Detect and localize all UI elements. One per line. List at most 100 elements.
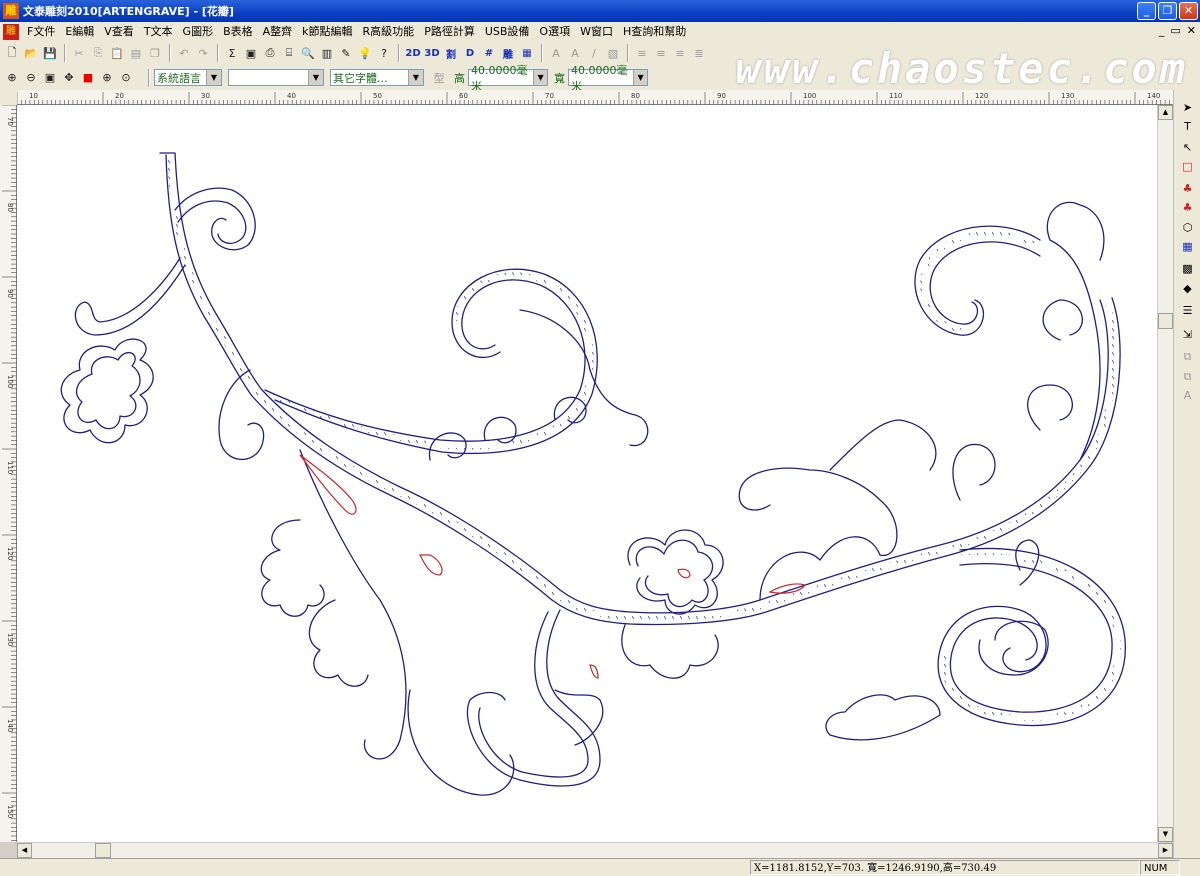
- align-justify-icon[interactable]: ≣: [690, 44, 708, 62]
- preview-icon[interactable]: 🔍: [299, 44, 317, 62]
- menu-item-6[interactable]: A整齊: [258, 22, 298, 41]
- width-select[interactable]: 40.0000毫米 ▼: [568, 64, 648, 93]
- text-tool-2-icon[interactable]: A: [566, 44, 584, 62]
- top-ruler[interactable]: 10 20 30 40 50 60 70 80 90 100 110 120 130 140: [16, 90, 1175, 105]
- font-style-select[interactable]: 其它字體... ▼: [330, 69, 424, 86]
- menu-item-11[interactable]: O選項: [534, 22, 575, 41]
- zoom-selection-icon[interactable]: ⊕: [98, 69, 116, 87]
- table-icon[interactable]: ▦: [1178, 238, 1197, 255]
- paste-special-icon[interactable]: ▤: [127, 44, 145, 62]
- restore-icon[interactable]: ❐: [1158, 2, 1177, 20]
- zoom-in-icon[interactable]: ⊕: [3, 69, 21, 87]
- left-ruler-label: 130: [6, 633, 14, 646]
- minimize-icon[interactable]: _: [1137, 2, 1156, 20]
- mdi-close-icon[interactable]: ✕: [1187, 24, 1196, 37]
- shapes-icon[interactable]: ⬡: [1178, 219, 1197, 236]
- save-icon[interactable]: 💾: [41, 44, 59, 62]
- tool-grid-icon[interactable]: #: [480, 44, 498, 62]
- menu-item-1[interactable]: E編輯: [60, 22, 99, 41]
- height-select[interactable]: 40.0000毫米 ▼: [468, 64, 548, 93]
- menu-item-5[interactable]: B表格: [218, 22, 258, 41]
- layers-dim-icon[interactable]: ⧉: [1178, 368, 1197, 385]
- align-left-icon[interactable]: ≡: [633, 44, 651, 62]
- copy-icon[interactable]: ⎘: [89, 44, 107, 62]
- frame-icon[interactable]: ▣: [242, 44, 260, 62]
- open-icon[interactable]: 📂: [22, 44, 40, 62]
- text-frame-icon[interactable]: ▧: [604, 44, 622, 62]
- drawing-canvas[interactable]: [17, 105, 1157, 842]
- menu-item-3[interactable]: T文本: [139, 22, 178, 41]
- left-ruler[interactable]: 70 80 90 100 110 120 130 140 150: [0, 104, 17, 842]
- new-icon[interactable]: 🗋: [3, 44, 21, 62]
- text-tool-1-icon[interactable]: A: [547, 44, 565, 62]
- scroll-up-icon[interactable]: ▲: [1158, 105, 1173, 120]
- toolbar-separator: [398, 44, 400, 62]
- menu-item-10[interactable]: USB設備: [480, 22, 535, 41]
- app-icon[interactable]: 雕: [3, 3, 19, 19]
- redo-icon[interactable]: ↷: [194, 44, 212, 62]
- scroll-down-icon[interactable]: ▼: [1158, 827, 1173, 842]
- fill-icon[interactable]: ◆: [1178, 280, 1197, 297]
- path-icon[interactable]: Σ: [223, 44, 241, 62]
- color-fill-icon[interactable]: ■: [79, 69, 97, 87]
- select-arrow-icon[interactable]: ➤: [1178, 99, 1197, 116]
- font-select[interactable]: ▼: [228, 69, 324, 86]
- language-select[interactable]: 系統語言 ▼: [154, 69, 222, 86]
- menu-item-13[interactable]: H查詢和幫助: [618, 22, 691, 41]
- help-icon[interactable]: ?: [375, 44, 393, 62]
- clone-icon[interactable]: ❐: [146, 44, 164, 62]
- vertical-scroll-thumb[interactable]: [1158, 313, 1173, 329]
- menu-item-12[interactable]: W窗口: [575, 22, 618, 41]
- undo-icon[interactable]: ↶: [175, 44, 193, 62]
- tool-palette-icon[interactable]: ▦: [518, 44, 536, 62]
- paste-icon[interactable]: 📋: [108, 44, 126, 62]
- rectangle-icon[interactable]: □: [1178, 158, 1197, 175]
- menu-item-7[interactable]: k節點編輯: [297, 22, 357, 41]
- eyedropper-icon[interactable]: ✎: [337, 44, 355, 62]
- menu-item-4[interactable]: G圖形: [178, 22, 219, 41]
- close-icon[interactable]: ✕: [1179, 2, 1198, 20]
- zoom-page-icon[interactable]: ⊙: [117, 69, 135, 87]
- mdi-restore-icon[interactable]: ▭: [1170, 24, 1180, 37]
- mdi-minimize-icon[interactable]: _: [1159, 24, 1165, 37]
- list-icon[interactable]: ☰: [1178, 302, 1197, 319]
- text-ab-icon[interactable]: A: [1178, 387, 1197, 404]
- type-button[interactable]: 型: [430, 69, 448, 87]
- cut-mode-button[interactable]: 割: [442, 44, 460, 62]
- export-icon[interactable]: ⇲: [1178, 326, 1197, 343]
- menu-item-9[interactable]: P路徑計算: [419, 22, 480, 41]
- outline-flower-lower-left: [260, 519, 325, 617]
- text-tool-icon[interactable]: T: [1178, 118, 1197, 135]
- engrave-button[interactable]: 雕: [499, 44, 517, 62]
- zoom-fit-icon[interactable]: ▣: [41, 69, 59, 87]
- align-right-icon[interactable]: ≡: [671, 44, 689, 62]
- zoom-out-icon[interactable]: ⊖: [22, 69, 40, 87]
- vertical-scrollbar[interactable]: ▲ ▼: [1157, 105, 1173, 842]
- horizontal-scroll-thumb[interactable]: [95, 843, 111, 858]
- page-icon[interactable]: ▥: [318, 44, 336, 62]
- layers-icon[interactable]: ⧉: [1178, 348, 1197, 365]
- print-icon[interactable]: ⎙: [261, 44, 279, 62]
- bulb-icon[interactable]: 💡: [356, 44, 374, 62]
- cut-icon[interactable]: ✂: [70, 44, 88, 62]
- mode-3d-button[interactable]: 3D: [423, 44, 441, 62]
- cherry-icon[interactable]: ♣: [1178, 180, 1197, 197]
- color-grid-icon[interactable]: ▩: [1178, 260, 1197, 277]
- top-ruler-label: 50: [373, 92, 382, 100]
- italic-icon[interactable]: /: [585, 44, 603, 62]
- pan-icon[interactable]: ✥: [60, 69, 78, 87]
- mode-2d-button[interactable]: 2D: [404, 44, 422, 62]
- menu-app-icon[interactable]: 雕: [3, 23, 19, 40]
- menu-item-8[interactable]: R高級功能: [358, 22, 420, 41]
- menu-item-0[interactable]: F文件: [22, 22, 60, 41]
- node-edit-icon[interactable]: ↖: [1178, 139, 1197, 156]
- scroll-left-icon[interactable]: ◀: [17, 843, 32, 858]
- tool-d-icon[interactable]: D: [461, 44, 479, 62]
- fruit-icon[interactable]: ♣: [1178, 199, 1197, 216]
- print-setup-icon[interactable]: ⌸: [280, 44, 298, 62]
- scroll-right-icon[interactable]: ▶: [1158, 843, 1173, 858]
- horizontal-scrollbar[interactable]: ◀ ▶: [17, 842, 1173, 858]
- menu-item-2[interactable]: V查看: [99, 22, 139, 41]
- align-center-icon[interactable]: ≡: [652, 44, 670, 62]
- ornament-drawing[interactable]: [17, 105, 1157, 842]
